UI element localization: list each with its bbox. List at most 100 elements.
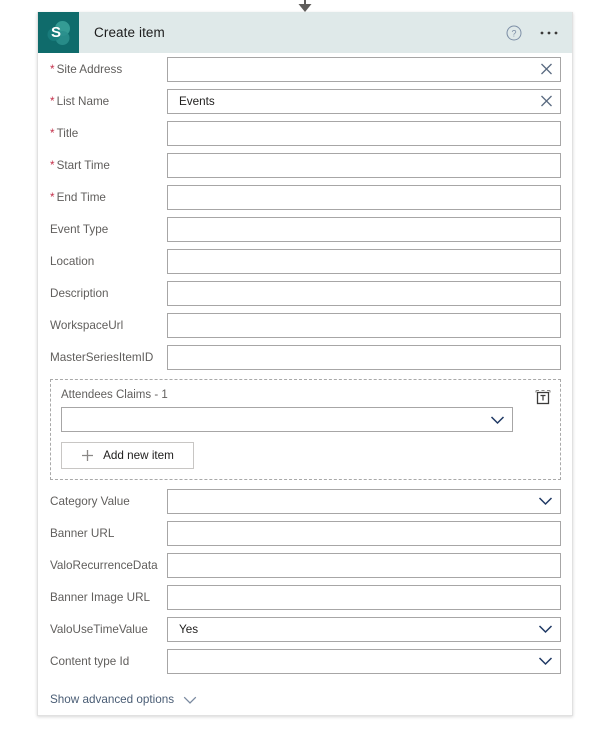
field-label-description: Description [50,287,167,300]
field-label-text: Site Address [56,62,123,76]
field-row-valorecurrencedata: ValoRecurrenceData [38,549,572,581]
field-row-banner-image-url: Banner Image URL [38,581,572,613]
field-label-text: End Time [56,190,106,204]
field-input-valorecurrencedata[interactable] [167,552,561,578]
field-trailing-valousetimevalue [538,625,553,634]
card-header[interactable]: S Create item ? [38,12,572,53]
field-input-event-type[interactable] [167,216,561,242]
field-label-text: Description [50,286,109,300]
field-input-description[interactable] [167,280,561,306]
field-label-text: ValoRecurrenceData [50,558,158,572]
field-row-list-name: * List Name Events [38,85,572,117]
field-trailing-category-value [538,497,553,506]
field-trailing-list-name [540,95,553,108]
field-input-location[interactable] [167,248,561,274]
field-trailing-content-type-id [538,657,553,666]
field-label-valorecurrencedata: ValoRecurrenceData [50,559,167,572]
field-label-event-type: Event Type [50,223,167,236]
required-asterisk: * [50,62,55,76]
field-label-text: Banner Image URL [50,590,151,604]
field-row-masterseriesitemid: MasterSeriesItemID [38,341,572,373]
card-title: Create item [94,25,165,40]
field-value-valousetimevalue: Yes [179,622,199,636]
field-row-content-type-id: Content type Id [38,645,572,677]
field-input-end-time[interactable] [167,184,561,210]
field-label-text: Category Value [50,494,130,508]
attendees-claims-trailing [490,415,505,424]
field-label-end-time: * End Time [50,191,167,204]
field-label-text: ValoUseTimeValue [50,622,148,636]
required-asterisk: * [50,158,55,172]
svg-text:?: ? [511,28,516,38]
attendees-claims-group: Attendees Claims - 1 Add new item [50,379,561,480]
chevron-down-icon[interactable] [490,415,505,424]
svg-text:S: S [51,24,61,41]
chevron-down-icon[interactable] [538,625,553,634]
field-label-banner-image-url: Banner Image URL [50,591,167,604]
field-row-description: Description [38,277,572,309]
field-label-text: Title [56,126,79,140]
field-input-banner-image-url[interactable] [167,584,561,610]
field-row-title: * Title [38,117,572,149]
attendees-claims-dropdown[interactable] [61,407,513,432]
form-fields-bottom: Category Value Banner URL ValoRecurrenceDa… [38,485,572,677]
field-input-masterseriesitemid[interactable] [167,344,561,370]
field-label-masterseriesitemid: MasterSeriesItemID [50,351,167,364]
field-row-event-type: Event Type [38,213,572,245]
attendees-claims-label: Attendees Claims - 1 [61,389,168,401]
field-label-workspaceurl: WorkspaceUrl [50,319,167,332]
create-item-action-card: S Create item ? * Site Address * List Name E… [37,12,573,716]
field-input-site-address[interactable] [167,56,561,82]
field-label-text: Start Time [56,158,110,172]
field-value-list-name: Events [179,94,215,108]
field-input-valousetimevalue[interactable]: Yes [167,616,561,642]
delete-item-icon[interactable] [534,388,552,406]
field-label-text: Content type Id [50,654,130,668]
field-label-text: MasterSeriesItemID [50,350,154,364]
card-body: * Site Address * List Name Events * Title * Star… [38,53,572,706]
form-fields-top: * Site Address * List Name Events * Title * Star… [38,53,572,373]
header-actions: ? [506,25,558,41]
field-row-start-time: * Start Time [38,149,572,181]
plus-icon [82,450,94,461]
field-row-category-value: Category Value [38,485,572,517]
clear-x-icon[interactable] [540,63,553,76]
required-asterisk: * [50,94,55,108]
clear-x-icon[interactable] [540,95,553,108]
required-asterisk: * [50,190,55,204]
field-label-valousetimevalue: ValoUseTimeValue [50,623,167,636]
field-input-start-time[interactable] [167,152,561,178]
field-input-content-type-id[interactable] [167,648,561,674]
screenshot-root: S Create item ? * Site Address * List Name E… [0,0,610,734]
field-label-site-address: * Site Address [50,63,167,76]
show-advanced-options[interactable]: Show advanced options [38,677,572,706]
field-label-location: Location [50,255,167,268]
field-input-category-value[interactable] [167,488,561,514]
field-label-category-value: Category Value [50,495,167,508]
ellipsis-icon[interactable] [540,30,558,36]
field-label-text: Event Type [50,222,109,236]
field-input-workspaceurl[interactable] [167,312,561,338]
field-row-banner-url: Banner URL [38,517,572,549]
field-input-banner-url[interactable] [167,520,561,546]
help-circle-icon[interactable]: ? [506,25,522,41]
show-advanced-options-label: Show advanced options [50,693,175,706]
chevron-down-icon[interactable] [183,696,197,704]
field-label-text: List Name [56,94,110,108]
sharepoint-icon: S [38,12,79,53]
field-input-list-name[interactable]: Events [167,88,561,114]
required-asterisk: * [50,126,55,140]
field-label-text: WorkspaceUrl [50,318,124,332]
field-label-content-type-id: Content type Id [50,655,167,668]
field-label-banner-url: Banner URL [50,527,167,540]
field-row-workspaceurl: WorkspaceUrl [38,309,572,341]
add-new-item-button[interactable]: Add new item [61,442,194,469]
field-label-title: * Title [50,127,167,140]
field-row-location: Location [38,245,572,277]
chevron-down-icon[interactable] [538,497,553,506]
field-row-end-time: * End Time [38,181,572,213]
field-input-title[interactable] [167,120,561,146]
chevron-down-icon[interactable] [538,657,553,666]
field-label-text: Location [50,254,95,268]
field-label-list-name: * List Name [50,95,167,108]
